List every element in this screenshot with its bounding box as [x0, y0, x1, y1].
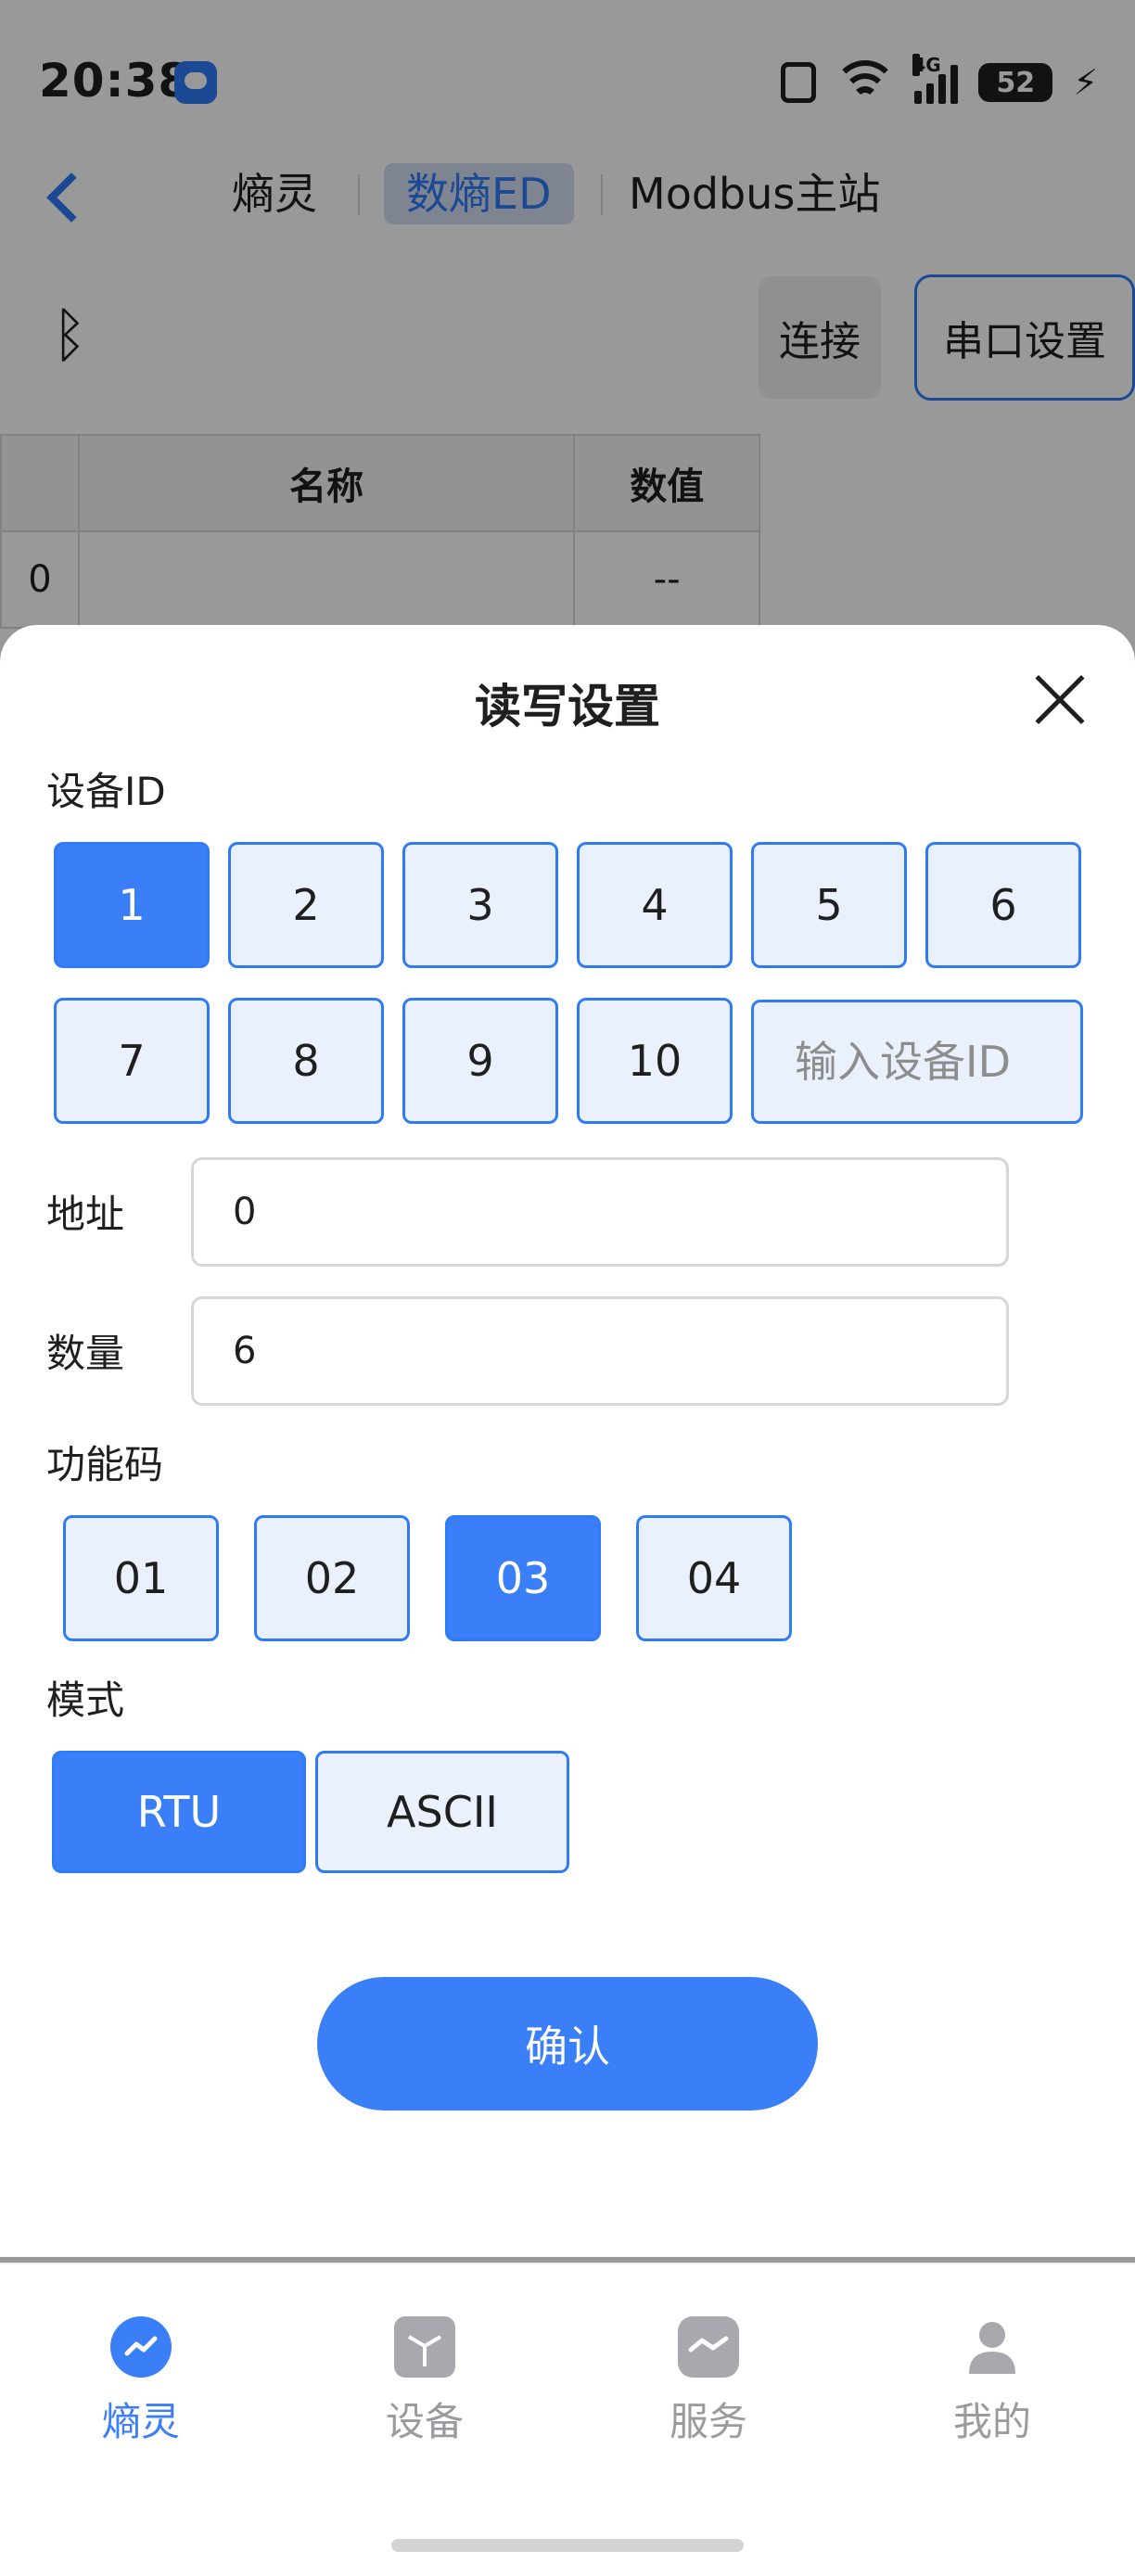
tabbar-item-me[interactable]: 我的 — [899, 2316, 1085, 2447]
device-id-option-8[interactable]: 8 — [228, 998, 384, 1124]
device-id-option-9[interactable]: 9 — [402, 998, 558, 1124]
device-id-option-3[interactable]: 3 — [402, 842, 558, 968]
confirm-button[interactable]: 确认 — [317, 1977, 818, 2111]
close-icon[interactable] — [1033, 673, 1087, 727]
address-input[interactable]: 0 — [191, 1157, 1009, 1267]
tabbar-item-device[interactable]: 设备 — [332, 2316, 517, 2447]
device-id-option-1[interactable]: 1 — [54, 842, 210, 968]
person-icon — [962, 2316, 1023, 2378]
handshake-icon — [678, 2316, 739, 2378]
tabbar-label: 服务 — [669, 2399, 747, 2444]
tabbar-item-shangling[interactable]: 熵灵 — [48, 2316, 234, 2447]
function-code-option-03[interactable]: 03 — [445, 1515, 601, 1641]
function-code-option-04[interactable]: 04 — [636, 1515, 792, 1641]
quantity-label: 数量 — [46, 1331, 125, 1376]
function-code-option-01[interactable]: 01 — [63, 1515, 219, 1641]
address-label: 地址 — [46, 1192, 125, 1237]
device-id-option-7[interactable]: 7 — [54, 998, 210, 1124]
quantity-input[interactable]: 6 — [191, 1296, 1009, 1406]
read-write-settings-sheet: 读写设置 设备ID 1 2 3 4 5 6 7 8 9 10 地址 0 数量 6… — [0, 625, 1135, 2257]
mode-option-ascii[interactable]: ASCII — [315, 1751, 569, 1873]
tabbar-label: 设备 — [385, 2399, 464, 2444]
sheet-title: 读写设置 — [475, 680, 660, 733]
tabbar-label: 我的 — [952, 2399, 1031, 2444]
mode-option-rtu[interactable]: RTU — [52, 1751, 306, 1873]
custom-device-id-input[interactable] — [751, 1000, 1083, 1124]
function-code-option-02[interactable]: 02 — [254, 1515, 410, 1641]
device-id-option-5[interactable]: 5 — [751, 842, 907, 968]
device-id-option-6[interactable]: 6 — [925, 842, 1081, 968]
tabbar-item-service[interactable]: 服务 — [616, 2316, 801, 2447]
function-code-label: 功能码 — [46, 1442, 164, 1487]
device-id-option-2[interactable]: 2 — [228, 842, 384, 968]
mode-label: 模式 — [46, 1677, 125, 1723]
tabbar-label: 熵灵 — [101, 2399, 180, 2444]
bottom-tab-bar: 熵灵 设备 服务 我的 — [0, 2263, 1135, 2576]
trend-icon — [110, 2316, 172, 2378]
device-id-option-4[interactable]: 4 — [577, 842, 733, 968]
device-id-label: 设备ID — [46, 769, 166, 814]
home-indicator[interactable] — [391, 2539, 744, 2552]
cube-icon — [394, 2316, 455, 2378]
device-id-option-10[interactable]: 10 — [577, 998, 733, 1124]
